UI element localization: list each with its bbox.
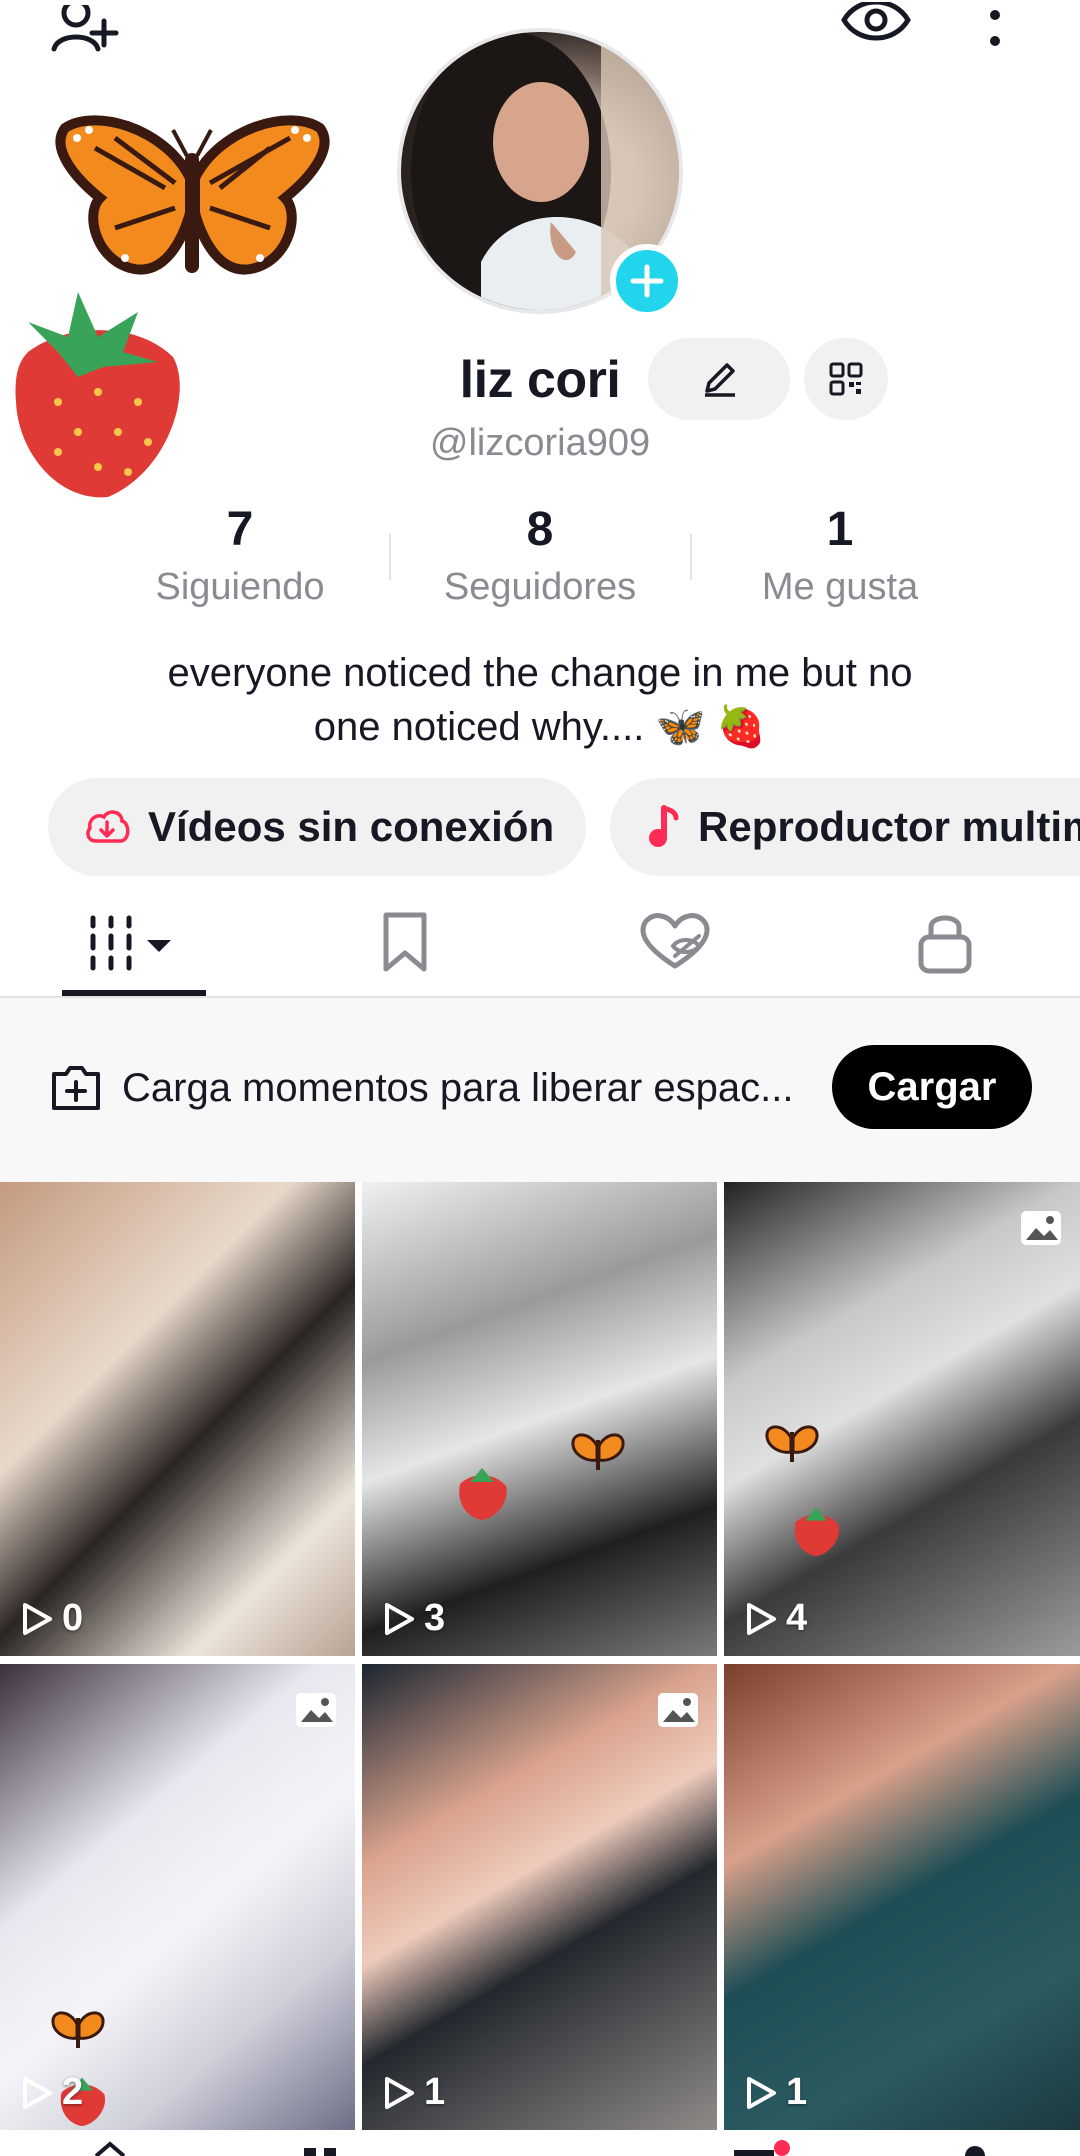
username-handle: @lizcoria909 (429, 422, 651, 464)
view-count: 1 (744, 2071, 807, 2114)
bottom-navigation (0, 2130, 1080, 2156)
eye-icon[interactable] (836, 0, 916, 50)
stat-value: 8 (526, 503, 554, 556)
inbox-icon[interactable] (730, 2140, 790, 2156)
bio-line: everyone noticed the change in me but no (167, 651, 913, 695)
friends-icon[interactable] (300, 2140, 350, 2156)
upload-banner-text: Carga momentos para liberar espac... (122, 1066, 794, 1110)
stat-label: Me gusta (761, 566, 919, 608)
play-icon (23, 2076, 52, 2109)
qr-code-button[interactable] (804, 338, 888, 420)
view-count-value: 4 (786, 1597, 808, 1639)
upload-button[interactable]: Cargar (832, 1045, 1032, 1129)
photo-icon (296, 1693, 336, 1727)
edit-profile-button[interactable] (648, 338, 790, 420)
bookmark-icon (383, 912, 427, 972)
view-count-value: 3 (424, 1597, 446, 1639)
play-icon (747, 2076, 776, 2109)
stat-followers[interactable]: 8 Seguidores (400, 500, 680, 620)
pencil-icon (705, 363, 735, 397)
butterfly-sticker (571, 1433, 625, 1470)
media-player-chip[interactable]: Reproductor multimedia (610, 778, 1080, 876)
tab-saved[interactable] (270, 890, 540, 994)
chip-label: Vídeos sin conexión (148, 803, 555, 850)
add-friend-icon[interactable] (40, 0, 130, 60)
strawberry-sticker (8, 282, 188, 504)
stat-value: 1 (826, 503, 854, 556)
video-tile[interactable]: 1 (362, 1664, 717, 2130)
tab-videos[interactable] (0, 890, 270, 994)
music-note-icon (649, 805, 679, 847)
video-tile[interactable]: 1 (724, 1664, 1080, 2130)
play-icon (747, 1602, 776, 1635)
strawberry-sticker (459, 1468, 507, 1520)
tab-liked[interactable] (540, 890, 810, 994)
stat-label: Seguidores (443, 566, 637, 608)
profile-bio: everyone noticed the change in me but no… (60, 646, 1020, 754)
view-count: 1 (382, 2071, 445, 2114)
more-icon[interactable] (980, 0, 1010, 60)
photo-icon (1021, 1211, 1061, 1245)
butterfly-sticker (55, 108, 330, 308)
bio-line: one noticed why.... 🦋 🍓 (313, 705, 767, 749)
view-count: 4 (744, 1597, 807, 1640)
view-count-value: 2 (62, 2071, 84, 2113)
video-tile[interactable]: 0 (0, 1182, 355, 1656)
tab-private[interactable] (810, 890, 1080, 994)
view-count: 3 (382, 1597, 445, 1640)
view-count: 2 (20, 2071, 83, 2114)
upload-plus-icon (48, 1060, 104, 1116)
profile-icon[interactable] (955, 2140, 995, 2156)
photo-icon (658, 1693, 698, 1727)
offline-videos-chip[interactable]: Vídeos sin conexión (48, 778, 586, 876)
view-count: 0 (20, 1597, 83, 1640)
play-icon (385, 1602, 414, 1635)
stat-value: 7 (226, 503, 254, 556)
stat-likes[interactable]: 1 Me gusta (700, 500, 980, 620)
play-icon (23, 1602, 52, 1635)
add-avatar-button[interactable] (610, 244, 684, 318)
play-icon (385, 2076, 414, 2109)
butterfly-sticker (51, 2011, 105, 2048)
butterfly-sticker (765, 1425, 819, 1462)
chevron-down-icon (147, 940, 171, 952)
stat-following[interactable]: 7 Siguiendo (100, 500, 380, 620)
view-count-value: 0 (62, 1597, 84, 1639)
video-tile[interactable]: 3 (362, 1182, 717, 1656)
lock-icon (918, 915, 972, 974)
liked-hidden-icon (640, 913, 710, 969)
home-icon[interactable] (90, 2140, 130, 2156)
qr-icon (829, 362, 863, 396)
display-name: liz cori (459, 351, 621, 409)
video-tile[interactable]: 4 (724, 1182, 1080, 1656)
video-tile[interactable]: 2 (0, 1664, 355, 2130)
cloud-download-icon (86, 810, 130, 843)
stat-divider (690, 534, 692, 580)
view-count-value: 1 (424, 2071, 446, 2113)
view-count-value: 1 (786, 2071, 808, 2113)
strawberry-sticker (794, 1507, 840, 1557)
stat-label: Siguiendo (155, 566, 325, 608)
chip-label: Reproductor multimedia (698, 803, 1080, 850)
stat-divider (389, 534, 391, 580)
grid-icon (90, 915, 171, 971)
